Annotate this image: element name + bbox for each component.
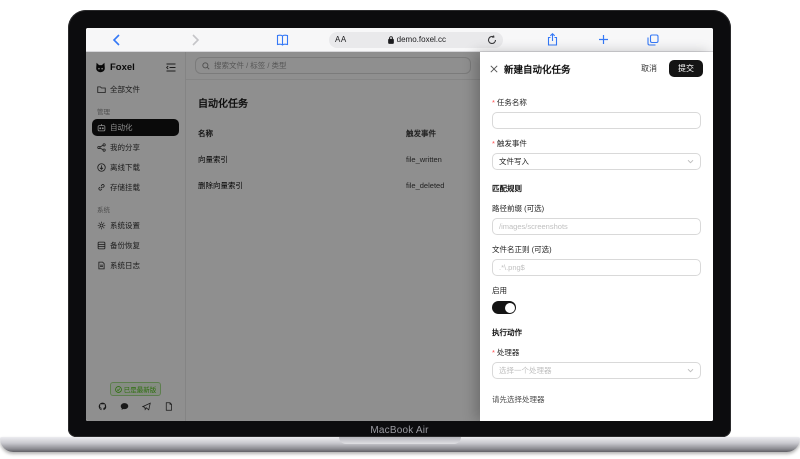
drawer-backdrop[interactable]	[86, 52, 480, 421]
path-prefix-input[interactable]	[492, 218, 701, 235]
browser-toolbar: AA demo.foxel.cc	[86, 28, 713, 52]
new-task-drawer: 新建自动化任务 取消 提交 *任务名称 *触发事件 文件写入	[480, 52, 713, 421]
book-icon	[276, 34, 289, 46]
required-marker: *	[492, 98, 495, 107]
chevron-left-icon	[112, 34, 121, 46]
reload-icon	[487, 35, 497, 45]
reload-button[interactable]	[487, 35, 497, 45]
enabled-toggle[interactable]	[492, 301, 516, 314]
foxel-app: Foxel 全部文件 管理 自动化 我的分享	[86, 52, 713, 421]
drawer-header: 新建自动化任务 取消 提交	[480, 52, 713, 84]
required-marker: *	[492, 348, 495, 357]
laptop-bezel: AA demo.foxel.cc	[68, 10, 731, 437]
chevron-right-icon	[191, 34, 200, 46]
share-icon	[547, 33, 558, 46]
lock-icon	[388, 36, 394, 44]
url-display: demo.foxel.cc	[347, 35, 487, 44]
browser-window: AA demo.foxel.cc	[86, 28, 713, 421]
cancel-button[interactable]: 取消	[635, 60, 663, 77]
processor-placeholder: 选择一个处理器	[499, 365, 687, 376]
enabled-label: 启用	[492, 285, 701, 296]
plus-icon	[598, 34, 609, 45]
required-marker: *	[492, 139, 495, 148]
tab-overview-button[interactable]	[647, 34, 659, 46]
laptop-base-notch	[339, 437, 461, 444]
chevron-down-icon	[687, 368, 694, 373]
macbook-mockup: AA demo.foxel.cc	[0, 0, 800, 459]
action-section-label: 执行动作	[492, 327, 701, 338]
tabs-icon	[647, 34, 659, 46]
processor-label: *处理器	[492, 347, 701, 358]
new-tab-button[interactable]	[598, 34, 609, 45]
browser-forward-button[interactable]	[191, 34, 200, 46]
url-text: demo.foxel.cc	[397, 35, 446, 44]
laptop-base	[0, 437, 800, 452]
share-button[interactable]	[547, 33, 558, 46]
toggle-knob	[505, 303, 515, 313]
trigger-event-value: 文件写入	[499, 156, 687, 167]
match-rules-section-label: 匹配规则	[492, 183, 701, 194]
close-icon	[490, 65, 498, 73]
drawer-body: *任务名称 *触发事件 文件写入 匹配规则 路径前缀 (可选)	[480, 84, 713, 413]
processor-select[interactable]: 选择一个处理器	[492, 362, 701, 379]
address-bar[interactable]: AA demo.foxel.cc	[329, 32, 503, 48]
browser-back-button[interactable]	[112, 34, 121, 46]
device-label: MacBook Air	[68, 425, 731, 436]
filename-regex-label: 文件名正则 (可选)	[492, 244, 701, 255]
drawer-title: 新建自动化任务	[504, 62, 629, 76]
reader-aa-button[interactable]: AA	[335, 35, 347, 44]
path-prefix-label: 路径前缀 (可选)	[492, 203, 701, 214]
trigger-event-label: *触发事件	[492, 138, 701, 149]
close-drawer-button[interactable]	[490, 65, 498, 73]
task-name-label: *任务名称	[492, 97, 701, 108]
chevron-down-icon	[687, 159, 694, 164]
trigger-event-select[interactable]: 文件写入	[492, 153, 701, 170]
task-name-input[interactable]	[492, 112, 701, 129]
processor-hint: 请先选择处理器	[492, 394, 701, 405]
submit-button[interactable]: 提交	[669, 60, 703, 77]
bookmarks-button[interactable]	[276, 34, 289, 46]
filename-regex-input[interactable]	[492, 259, 701, 276]
